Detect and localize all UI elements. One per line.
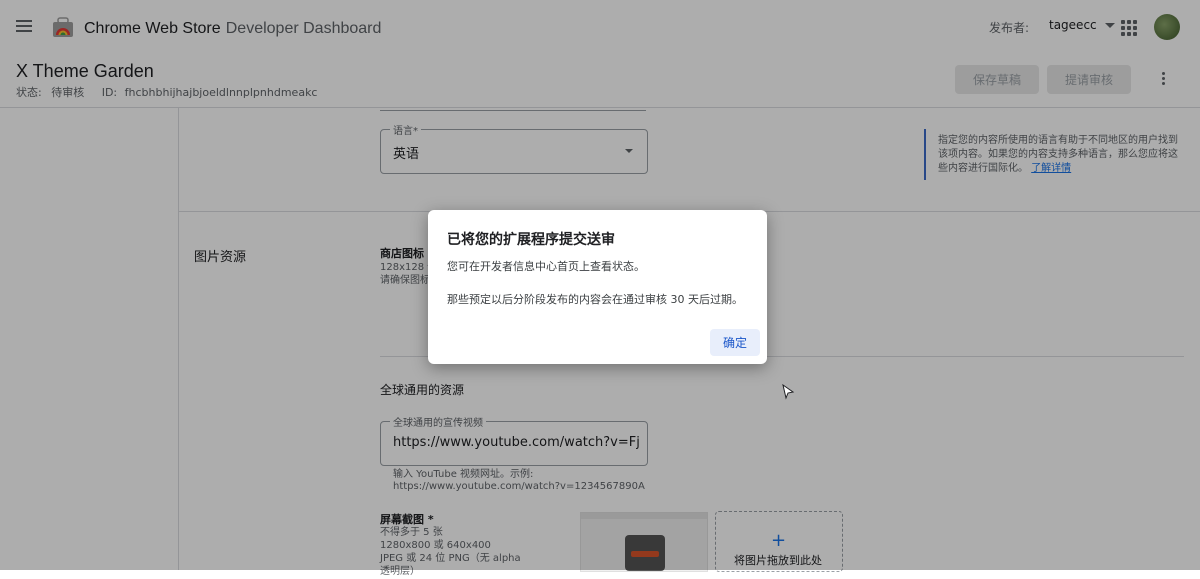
dialog-line-1: 您可在开发者信息中心首页上查看状态。 [447, 260, 645, 273]
dialog-line-2: 那些预定以后分阶段发布的内容会在通过审核 30 天后过期。 [447, 293, 743, 306]
dialog-title: 已将您的扩展程序提交送审 [447, 232, 615, 248]
mouse-cursor-icon [781, 383, 795, 404]
submission-dialog: 已将您的扩展程序提交送审 您可在开发者信息中心首页上查看状态。 那些预定以后分阶… [428, 210, 767, 364]
confirm-button[interactable]: 确定 [710, 329, 760, 356]
